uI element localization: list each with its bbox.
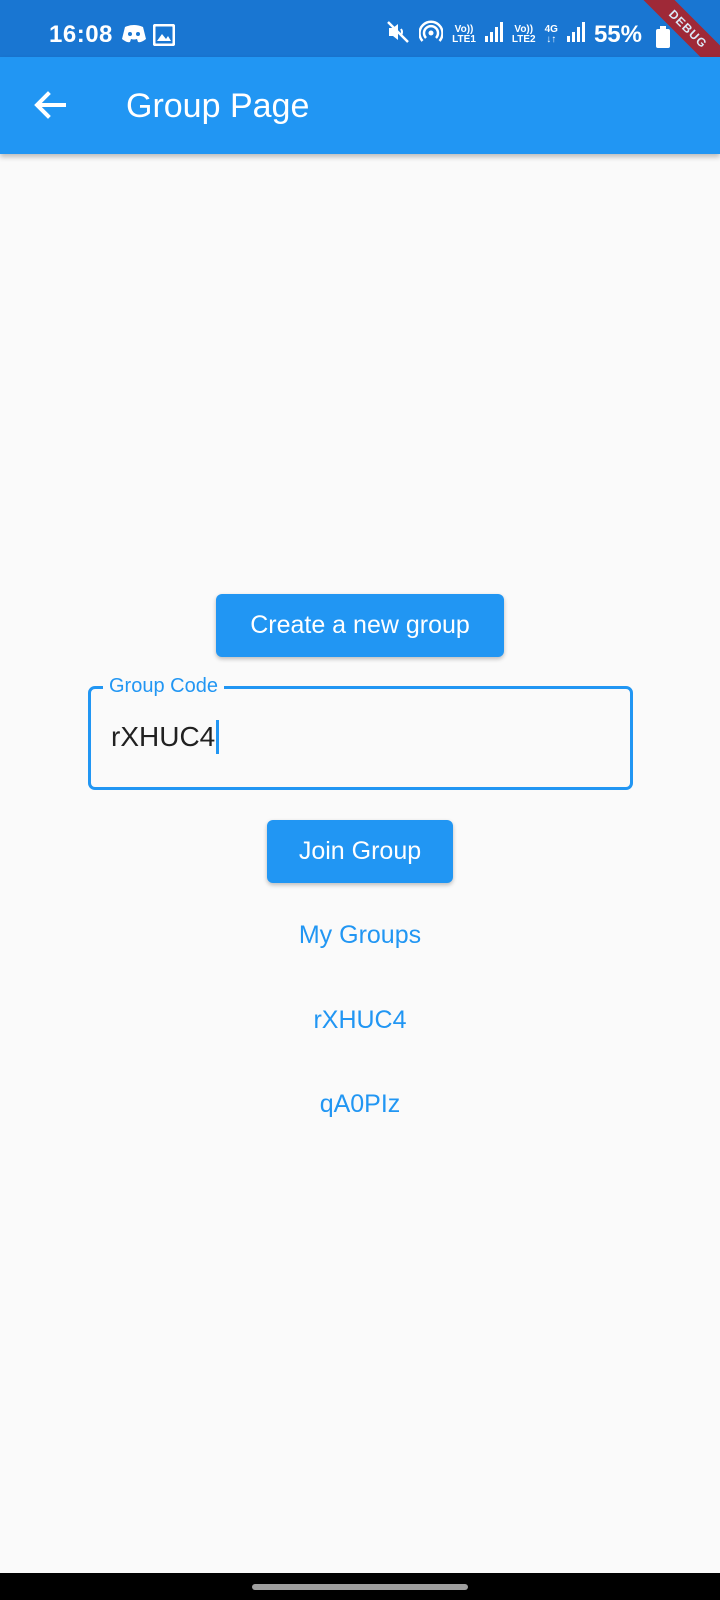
group-code-field[interactable]: Group Code rXHUC4: [88, 673, 633, 790]
group-code-input[interactable]: rXHUC4: [111, 719, 220, 756]
group-list-item[interactable]: qA0PIz: [0, 1090, 720, 1119]
group-list-item[interactable]: rXHUC4: [0, 1006, 720, 1035]
status-right: Vo)) LTE1 Vo)) LTE2 4G ↓↑ 55%: [386, 20, 642, 49]
navigation-bar: [0, 1573, 720, 1600]
status-time: 16:08: [49, 21, 113, 48]
group-code-value: rXHUC4: [111, 721, 216, 752]
hotspot-icon: [418, 20, 444, 49]
text-cursor: [216, 719, 220, 754]
sim1-label: Vo)) LTE1: [452, 23, 476, 45]
join-group-button[interactable]: Join Group: [267, 820, 453, 883]
back-button[interactable]: [26, 81, 74, 129]
home-indicator[interactable]: [252, 1584, 468, 1590]
mute-icon: [386, 20, 410, 49]
sim2-label: Vo)) LTE2: [511, 23, 536, 45]
battery-icon: [656, 26, 670, 53]
status-bar: 16:08 Vo)) LTE1 Vo)) LTE2 4G ↓↑ 55%: [0, 0, 720, 57]
signal-icon: [566, 22, 585, 47]
battery-percent: 55%: [593, 20, 642, 48]
page-title: Group Page: [126, 87, 310, 125]
app-bar: Group Page: [0, 57, 720, 154]
gallery-icon: [152, 23, 176, 51]
arrow-back-icon: [26, 91, 74, 133]
create-group-button[interactable]: Create a new group: [216, 594, 504, 657]
signal-icon: [484, 22, 503, 47]
discord-icon: [121, 24, 147, 49]
group-code-label: Group Code: [103, 673, 224, 699]
data-type-label: 4G ↓↑: [544, 23, 558, 45]
my-groups-link[interactable]: My Groups: [0, 921, 720, 950]
